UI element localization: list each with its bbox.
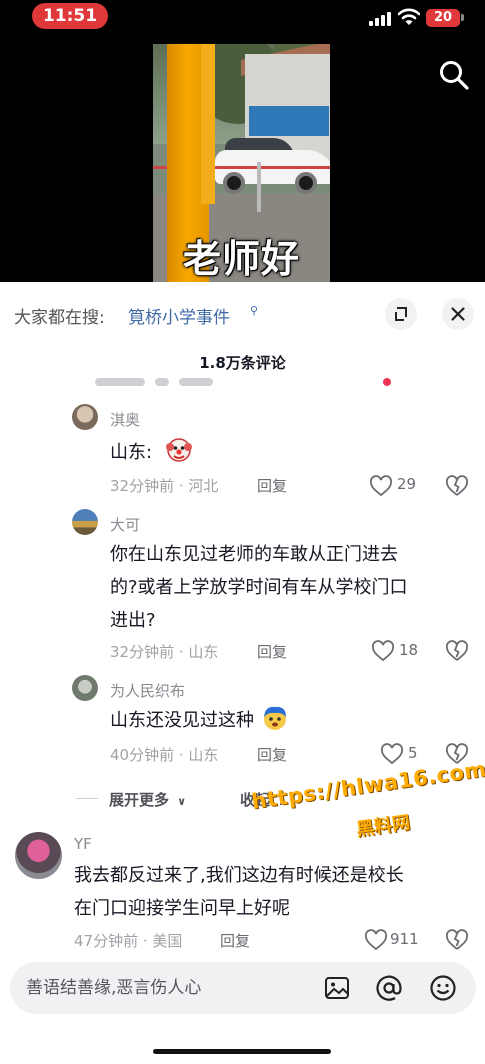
comment-text: 山东还没见过这种	[110, 704, 288, 737]
avatar[interactable]	[72, 675, 98, 701]
like-count: 5	[408, 744, 418, 762]
like-count: 18	[399, 641, 419, 659]
avatar[interactable]	[15, 832, 62, 879]
comment-input[interactable]	[26, 962, 306, 1014]
comment-sheet: 大家都在搜: 筧桥小学事件 ⚲ 1.8万条评论 淇奥 山东: 32分钟前 · 河…	[0, 282, 485, 1064]
comment-text-line: 山东:	[110, 442, 153, 463]
home-indicator[interactable]	[153, 1049, 331, 1054]
comment-text-line: 进出?	[110, 610, 156, 631]
expand-more-replies-button[interactable]: 展开更多 ∨	[109, 789, 186, 810]
avatar[interactable]	[72, 404, 98, 430]
chevron-down-icon: ∨	[177, 795, 187, 808]
comment-count: 1.8万条评论	[199, 354, 286, 372]
sheet-header: 大家都在搜: 筧桥小学事件 ⚲	[0, 282, 485, 344]
video-player[interactable]: 11:51 20 老师好	[0, 0, 485, 282]
close-button[interactable]	[442, 298, 474, 330]
like-heart-icon[interactable]	[364, 929, 388, 951]
status-time: 11:51	[32, 3, 108, 29]
like-count: 911	[390, 930, 419, 948]
comment-input-bar	[10, 962, 476, 1014]
comment-text-line: 你在山东见过老师的车敢从正门进去	[110, 544, 398, 565]
close-icon	[451, 307, 465, 321]
expand-more-label: 展开更多	[109, 791, 170, 809]
dislike-broken-heart-icon[interactable]	[445, 640, 469, 662]
comment-text-line: 山东还没见过这种	[110, 710, 254, 731]
comment-text-line: 在门口迎接学生问早上好呢	[74, 898, 290, 919]
comment-username[interactable]: 为人民织布	[110, 680, 185, 701]
comment-meta: 32分钟前 · 山东	[110, 643, 219, 661]
thread-divider	[76, 798, 98, 799]
comment-text-line: 的?或者上学放学时间有车从学校门口	[110, 577, 408, 598]
battery-level: 20	[426, 9, 460, 27]
like-count: 29	[397, 475, 417, 493]
image-picker-icon[interactable]	[323, 974, 351, 1002]
video-caption: 老师好	[182, 237, 300, 281]
cellular-signal-icon	[369, 10, 391, 26]
wifi-icon	[398, 8, 420, 25]
comment-username[interactable]: 淇奥	[110, 409, 140, 430]
watermark-url: https://hlwa16.com	[250, 757, 485, 814]
search-suggestion-label: 大家都在搜:	[14, 308, 105, 328]
clipped-previous-comment	[95, 378, 465, 388]
mention-at-icon[interactable]	[375, 974, 403, 1002]
comment-text-line: 我去都反过来了,我们这边有时候还是校长	[74, 865, 404, 886]
dislike-broken-heart-icon[interactable]	[445, 929, 469, 951]
watermark-site-name: 黑料网	[355, 812, 412, 841]
like-heart-icon[interactable]	[380, 743, 404, 765]
dislike-broken-heart-icon[interactable]	[445, 475, 469, 497]
expand-icon	[395, 307, 407, 321]
video-frame: 老师好	[153, 44, 330, 282]
like-heart-icon[interactable]	[369, 475, 393, 497]
emoji-smiley-icon[interactable]	[429, 974, 457, 1002]
reply-button[interactable]: 回复	[257, 744, 287, 765]
blue-hair-face-icon	[263, 706, 286, 730]
search-icon[interactable]	[437, 58, 471, 92]
expand-button[interactable]	[385, 298, 417, 330]
comment-username[interactable]: YF	[74, 835, 92, 853]
comment-meta: 47分钟前 · 美国	[74, 932, 183, 950]
avatar[interactable]	[72, 509, 98, 535]
comment-meta: 40分钟前 · 山东	[110, 746, 219, 764]
small-search-icon: ⚲	[250, 304, 259, 317]
comment-meta: 32分钟前 · 河北	[110, 477, 219, 495]
comment-username[interactable]: 大可	[110, 514, 140, 535]
car-image	[215, 132, 330, 194]
reply-button[interactable]: 回复	[257, 475, 287, 496]
comment-text: 山东:	[110, 436, 192, 469]
reply-button[interactable]: 回复	[220, 930, 250, 951]
search-suggestion-link[interactable]: 筧桥小学事件	[128, 303, 230, 328]
status-bar: 11:51 20	[0, 0, 485, 36]
comment-text: 我去都反过来了,我们这边有时候还是校长 在门口迎接学生问早上好呢	[74, 859, 404, 925]
clown-face-icon	[165, 438, 192, 462]
battery-tip	[461, 14, 464, 21]
like-heart-icon[interactable]	[371, 640, 395, 662]
reply-button[interactable]: 回复	[257, 641, 287, 662]
comment-text: 你在山东见过老师的车敢从正门进去 的?或者上学放学时间有车从学校门口 进出?	[110, 538, 408, 637]
